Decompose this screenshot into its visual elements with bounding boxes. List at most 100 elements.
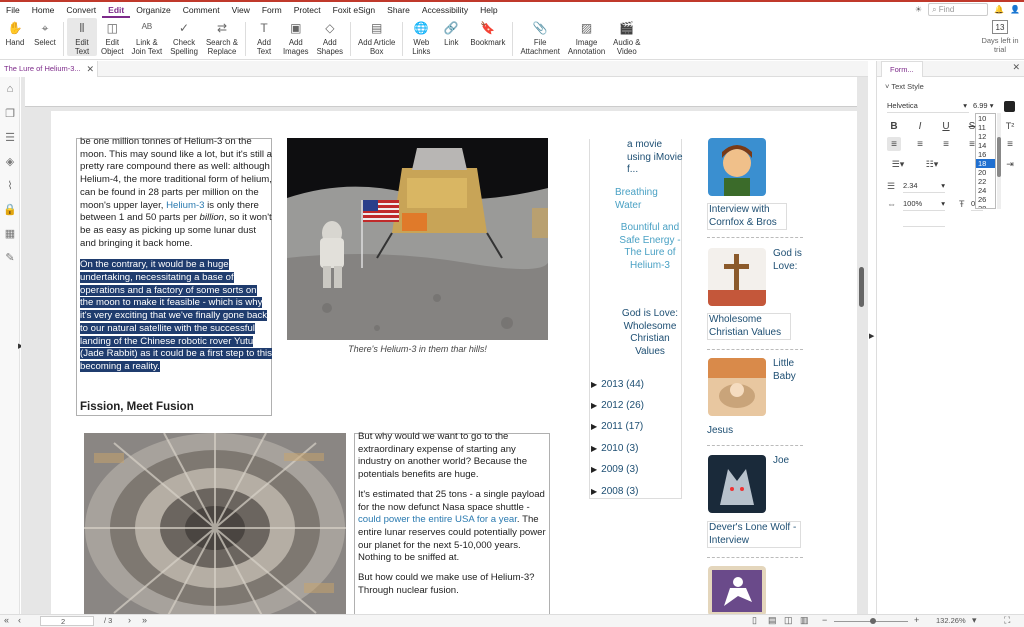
image-annotation-button[interactable]: ▨ Image Annotation [564,18,609,56]
check-spelling-button[interactable]: ✓ Check Spelling [166,18,202,56]
first-page-icon[interactable]: « [4,615,9,625]
menu-file[interactable]: File [0,2,26,18]
bold-button[interactable]: B [887,119,901,133]
menu-organize[interactable]: Organize [130,2,177,18]
zoom-dropdown-icon[interactable]: ▾ [972,615,977,626]
archive-post-link[interactable]: Bountiful and Safe Energy - The Lure of … [615,222,685,272]
archive-post-link[interactable]: a movie using iMovie f... [627,139,683,177]
previous-page-icon[interactable]: ‹ [18,615,21,625]
post-link-baby-jesus[interactable]: Jesus [707,425,733,438]
size-option-selected[interactable]: 18 [976,159,995,168]
size-option[interactable]: 16 [976,150,995,159]
size-option[interactable]: 20 [976,168,995,177]
menu-home[interactable]: Home [26,2,61,18]
post-thumbnail-martial-arts[interactable] [708,566,766,614]
strikethrough-button[interactable]: S [965,119,979,133]
menu-help[interactable]: Help [474,2,503,18]
fullscreen-icon[interactable]: ⛶ [1004,615,1010,626]
attachments-panel-icon[interactable]: ⌇ [0,173,20,197]
menu-share[interactable]: Share [381,2,416,18]
text-style-section-title[interactable]: ˅ Text Style [877,77,1024,91]
add-article-box-button[interactable]: ▤ Add Article Box [354,18,399,56]
archive-post-link[interactable]: God is Love: Wholesome Christian Values [615,308,685,358]
superscript-button[interactable]: T² [1003,119,1017,133]
trial-indicator[interactable]: 13 Days left in trial [980,20,1020,54]
zoom-out-icon[interactable]: − [822,615,827,625]
horizontal-scale-field[interactable]: 100% ▾ [903,199,945,211]
section-heading[interactable]: Fission, Meet Fusion [80,401,194,413]
archive-year-2013[interactable]: ▶ 2013 (44) [591,379,644,390]
add-shapes-button[interactable]: ◇ Add Shapes [313,18,347,56]
article-paragraph[interactable]: be one million tonnes of Helium-3 on the… [80,136,272,250]
destinations-panel-icon[interactable]: ✎ [0,245,20,269]
post-link-christian-values[interactable]: Wholesome Christian Values [707,313,791,340]
article-paragraph-highlighted[interactable]: On the contrary, it would be a huge unde… [80,259,272,373]
post-side-title[interactable]: Joe [773,455,803,468]
numbered-list-icon[interactable]: ☷▾ [921,157,943,171]
document-vertical-scrollbar[interactable] [858,77,866,614]
security-panel-icon[interactable]: 🔒 [0,197,20,221]
size-option[interactable]: 24 [976,186,995,195]
post-thumbnail-baby-jesus[interactable] [708,358,766,416]
justify-icon[interactable]: ≡ [965,137,979,151]
bullet-list-icon[interactable]: ☰▾ [887,157,909,171]
italic-button[interactable]: I [913,119,927,133]
next-page-icon[interactable]: › [128,615,131,625]
menu-view[interactable]: View [226,2,256,18]
page-thumbnails-icon[interactable]: ❐ [0,101,20,125]
post-thumbnail-cross[interactable] [708,248,766,306]
web-links-button[interactable]: 🌐 Web Links [406,18,436,56]
comments-panel-icon[interactable]: ☰ [0,125,20,149]
post-link-cornfox[interactable]: Interview with Cornfox & Bros [707,203,787,230]
single-page-view-icon[interactable]: ▯ [752,615,757,626]
article-paragraph[interactable]: But how could we make use of Helium-3? T… [358,572,550,597]
edit-text-button[interactable]: Ⅱ Edit Text [67,18,97,56]
bookmark-button[interactable]: 🔖 Bookmark [466,18,509,47]
font-family-dropdown[interactable]: Helvetica ▾ [887,101,969,113]
size-list-scrollbar[interactable] [997,113,1001,209]
file-attachment-button[interactable]: 📎 File Attachment [516,18,563,56]
hand-tool-button[interactable]: ✋ Hand [0,18,30,47]
collapse-right-panel-icon[interactable]: ▶ [869,332,874,340]
format-tab[interactable]: Form... [881,61,923,77]
audio-video-button[interactable]: 🎬 Audio & Video [609,18,644,56]
zoom-in-icon[interactable]: + [914,615,919,625]
helium-3-link[interactable]: Helium-3 [166,200,204,211]
post-thumbnail-game-character[interactable] [708,138,766,196]
lightbulb-icon[interactable]: ☀ [915,5,922,14]
edit-object-button[interactable]: ◫ Edit Object [97,18,128,56]
user-account-icon[interactable]: 👤 [1010,5,1020,14]
article-text-column-2[interactable]: But why would we want to go to the extra… [358,431,550,604]
article-paragraph[interactable]: It's estimated that 25 tons - a single p… [358,489,550,565]
document-tab[interactable]: The Lure of Helium-3... ✕ [0,61,98,77]
apollo-moon-landing-photo[interactable] [287,138,548,340]
archive-year-2009[interactable]: ▶ 2009 (3) [591,464,638,475]
page-number-input[interactable]: 2 [40,616,94,626]
word-spacing-field[interactable] [903,215,945,227]
close-tab-icon[interactable]: ✕ [86,61,94,77]
menu-comment[interactable]: Comment [177,2,226,18]
layers-panel-icon[interactable]: ◈ [0,149,20,173]
link-join-text-button[interactable]: ᴬᴮ Link & Join Text [128,18,167,56]
align-center-icon[interactable]: ≡ [913,137,927,151]
underline-button[interactable]: U [939,119,953,133]
post-side-title[interactable]: God is Love: [773,248,803,273]
char-spacing-field[interactable]: 0 [971,199,983,211]
bookmark-panel-icon[interactable]: ⌂ [0,77,20,101]
align-right-icon[interactable]: ≡ [939,137,953,151]
last-page-icon[interactable]: » [142,615,147,625]
add-text-button[interactable]: T Add Text [249,18,279,56]
content-panel-icon[interactable]: ▦ [0,221,20,245]
scrollbar-thumb[interactable] [997,137,1001,177]
archive-year-2010[interactable]: ▶ 2010 (3) [591,443,638,454]
indent-icon[interactable]: ⇥ [1003,157,1017,171]
cover-view-icon[interactable]: ▥ [800,615,809,626]
power-usa-link[interactable]: could power the entire USA for a year [358,514,517,525]
post-side-title[interactable]: Little Baby [773,358,803,383]
find-input[interactable]: ⌕ Find [928,3,989,16]
archive-year-2008[interactable]: ▶ 2008 (3) [591,486,638,497]
notification-bell-icon[interactable]: 🔔 [994,5,1004,14]
line-spacing-field[interactable]: 2.34 ▾ [903,181,945,193]
menu-convert[interactable]: Convert [60,2,102,18]
font-color-swatch[interactable] [1004,101,1015,112]
